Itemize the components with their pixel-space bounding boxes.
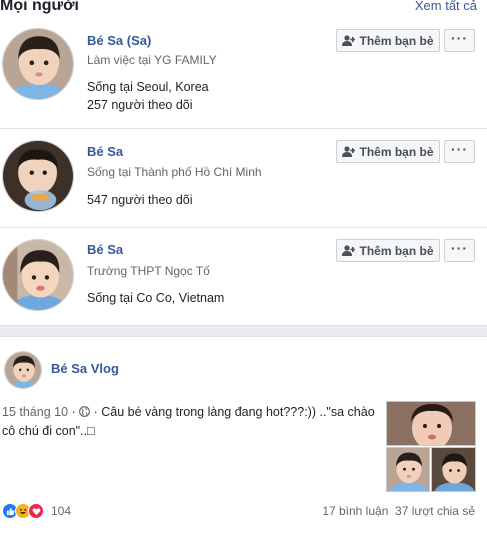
add-friend-icon: [342, 35, 356, 46]
person-info: Sống tại Co Co, Vietnam: [87, 291, 225, 305]
shares-count-link[interactable]: 37 lượt chia sẻ: [395, 504, 475, 518]
person-card: Bé Sa Sống tại Thành phố Hồ Chí Minh 547…: [0, 129, 487, 227]
globe-icon: [79, 406, 91, 417]
more-button[interactable]: ···: [444, 29, 475, 52]
add-friend-label: Thêm bạn bè: [359, 243, 434, 258]
person-subtitle: Trường THPT Ngọc Tố: [87, 264, 210, 278]
person-card: Bé Sa Trường THPT Ngọc Tố Sống tại Co Co…: [0, 228, 487, 326]
avatar[interactable]: [2, 239, 74, 311]
more-button[interactable]: ···: [444, 140, 475, 163]
person-followers: 257 người theo dõi: [87, 98, 193, 112]
person-info: Sống tại Seoul, Korea: [87, 80, 209, 94]
add-friend-icon: [342, 146, 356, 157]
post-author[interactable]: Bé Sa Vlog: [51, 361, 119, 376]
post-photo[interactable]: [431, 447, 476, 492]
add-friend-button[interactable]: Thêm bạn bè: [336, 239, 440, 262]
post-text: 15 tháng 10 · · Câu bé vàng trong làng đ…: [2, 405, 375, 438]
more-icon: ···: [451, 240, 468, 256]
post-avatar[interactable]: [4, 351, 42, 389]
add-friend-button[interactable]: Thêm bạn bè: [336, 140, 440, 163]
person-subtitle: Sống tại Thành phố Hồ Chí Minh: [87, 165, 262, 179]
more-icon: ···: [451, 141, 468, 157]
person-card: Bé Sa (Sa) Làm việc tại YG FAMILY Sống t…: [0, 0, 487, 128]
post-photo[interactable]: [386, 447, 430, 492]
people-section: Mọi người Xem tất cả Bé Sa (Sa) Làm việc…: [0, 0, 487, 326]
add-friend-label: Thêm bạn bè: [359, 144, 434, 159]
avatar[interactable]: [2, 28, 74, 100]
more-icon: ···: [451, 30, 468, 46]
more-button[interactable]: ···: [444, 239, 475, 262]
person-followers: 547 người theo dõi: [87, 193, 193, 207]
post-card: Bé Sa Vlog 15 tháng 10 · · Câu bé vàng t…: [0, 336, 487, 539]
person-name[interactable]: Bé Sa: [87, 242, 123, 257]
love-reaction-icon: [28, 503, 44, 519]
post-stats: 17 bình luận 37 lượt chia sẻ: [322, 504, 475, 518]
person-name[interactable]: Bé Sa: [87, 144, 123, 159]
person-subtitle: Làm việc tại YG FAMILY: [87, 53, 217, 67]
add-friend-button[interactable]: Thêm bạn bè: [336, 29, 440, 52]
comments-count-link[interactable]: 17 bình luận: [322, 504, 388, 518]
post-date[interactable]: 15 tháng 10: [2, 405, 68, 419]
person-name[interactable]: Bé Sa (Sa): [87, 33, 151, 48]
add-friend-icon: [342, 245, 356, 256]
reaction-count: 104: [51, 504, 72, 518]
reactions-summary[interactable]: 104: [2, 502, 71, 520]
add-friend-label: Thêm bạn bè: [359, 33, 434, 48]
avatar[interactable]: [2, 140, 74, 212]
post-photo[interactable]: [386, 401, 476, 446]
